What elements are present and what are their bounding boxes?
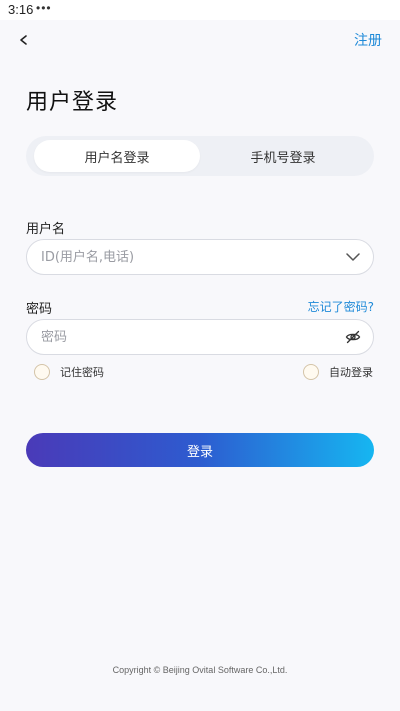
username-field[interactable] — [26, 239, 374, 275]
eye-slash-icon[interactable] — [345, 329, 361, 345]
login-page: 注册 用户登录 用户名登录 手机号登录 用户名 密码 忘记了密码? 记住密码 — [0, 20, 400, 711]
chevron-left-icon — [20, 35, 27, 45]
login-button[interactable]: 登录 — [26, 433, 374, 467]
status-more-dots: ••• — [36, 1, 52, 15]
chevron-down-icon[interactable] — [345, 249, 361, 265]
password-label: 密码 — [26, 302, 53, 317]
username-input[interactable] — [41, 240, 321, 274]
page-title: 用户登录 — [26, 90, 119, 115]
forgot-password-link[interactable]: 忘记了密码? — [308, 298, 374, 315]
back-button[interactable] — [12, 28, 36, 52]
auto-login-option[interactable]: 自动登录 — [303, 364, 373, 380]
tab-username-login[interactable]: 用户名登录 — [34, 140, 200, 172]
auto-login-checkbox[interactable] — [303, 364, 319, 380]
password-field[interactable] — [26, 319, 374, 355]
status-time: 3:16 — [8, 2, 34, 17]
username-label: 用户名 — [26, 222, 66, 237]
login-mode-tabs: 用户名登录 手机号登录 — [26, 136, 374, 176]
remember-password-label: 记住密码 — [60, 366, 104, 379]
copyright-text: Copyright © Beijing Ovital Software Co.,… — [112, 665, 288, 675]
auto-login-label: 自动登录 — [329, 366, 373, 379]
remember-password-option[interactable]: 记住密码 — [34, 364, 104, 380]
tab-phone-login[interactable]: 手机号登录 — [200, 140, 366, 172]
register-link[interactable]: 注册 — [354, 30, 382, 50]
remember-password-checkbox[interactable] — [34, 364, 50, 380]
password-input[interactable] — [41, 320, 321, 354]
app-root: 3:16 ••• 注册 用户登录 用户名登录 手机号登录 用户名 密码 忘记了密… — [0, 0, 400, 711]
status-bar: 3:16 ••• — [0, 0, 400, 20]
